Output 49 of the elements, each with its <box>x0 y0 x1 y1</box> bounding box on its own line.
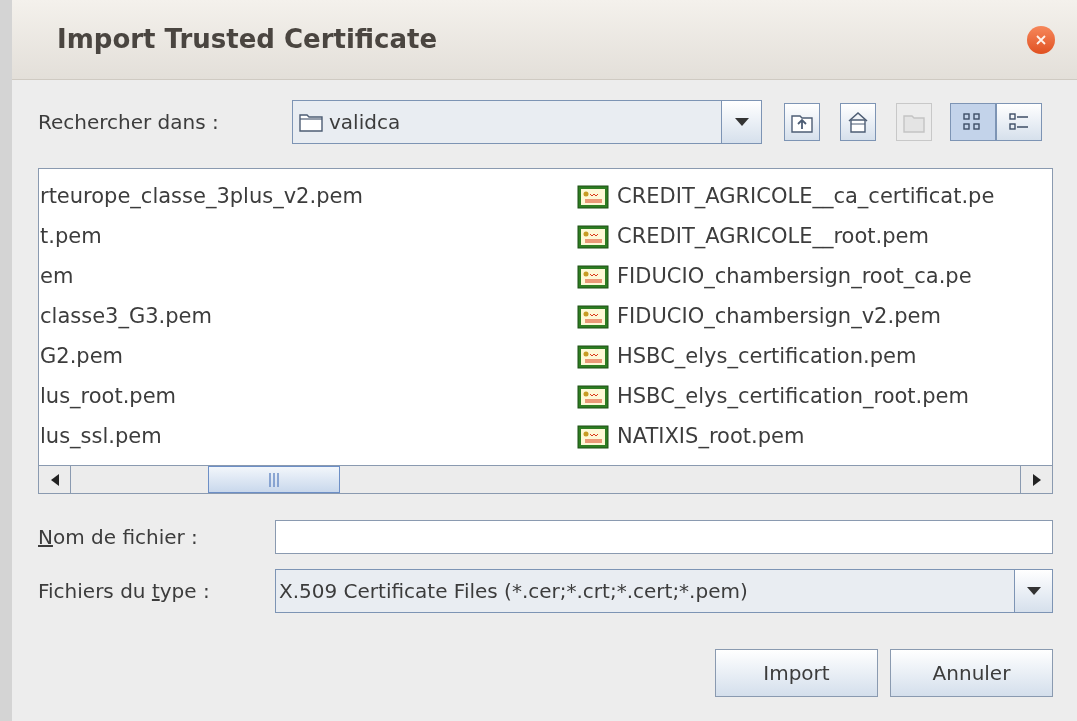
caret-icon <box>734 118 749 126</box>
view-toggle[interactable] <box>950 103 996 141</box>
dialog-button[interactable]: Import <box>715 649 878 697</box>
certificate-icon <box>577 305 609 329</box>
look-in-value: validca <box>329 109 401 136</box>
window-title: Import Trusted Certificate <box>57 23 438 56</box>
close-button[interactable] <box>1027 25 1055 54</box>
file-name-field[interactable] <box>275 520 1053 554</box>
file-name[interactable]: FIDUCIO_chambersign_v2.pem <box>617 301 941 333</box>
dialog-button[interactable]: Annuler <box>890 649 1053 697</box>
view-toggle[interactable] <box>996 103 1042 141</box>
file-name[interactable]: NATIXIS_root.pem <box>617 421 805 453</box>
file-name[interactable]: HSBC_elys_certification.pem <box>617 341 917 373</box>
file-type-dropdown[interactable]: X.509 Certificate Files (*.cer;*.crt;*.cert;*.pem) <box>275 569 1053 613</box>
left-arrow-icon <box>50 473 59 486</box>
folder-icon <box>299 112 323 132</box>
right-arrow-icon <box>1032 473 1041 486</box>
file-name[interactable]: FIDUCIO_chambersign_root_ca.pe <box>617 261 972 293</box>
certificate-icon <box>577 345 609 369</box>
file-name[interactable]: em <box>40 261 74 293</box>
scroll-thumb[interactable] <box>208 466 340 493</box>
file-name[interactable]: t.pem <box>40 221 102 253</box>
file-name-label: Nom de fichier : <box>38 524 199 551</box>
file-name[interactable]: lus_root.pem <box>40 381 177 413</box>
file-name[interactable]: CREDIT_AGRICOLE__ca_certificat.pe <box>617 181 995 213</box>
horizontal-scrollbar[interactable] <box>39 465 1052 493</box>
caret-icon <box>1026 587 1041 595</box>
toolbar-button[interactable] <box>784 103 820 141</box>
file-type-value: X.509 Certificate Files (*.cer;*.crt;*.cert;*.pem) <box>278 578 749 605</box>
close-icon <box>1036 34 1046 45</box>
certificate-icon <box>577 265 609 289</box>
certificate-icon <box>577 425 609 449</box>
look-in-dropdown[interactable]: validca <box>292 100 762 144</box>
certificate-icon <box>577 185 609 209</box>
grip-icon <box>269 472 279 487</box>
file-name[interactable]: HSBC_elys_certification_root.pem <box>617 381 969 413</box>
dropdown-arrow-button[interactable] <box>721 101 761 143</box>
file-name[interactable]: rteurope_classe_3plus_v2.pem <box>40 181 363 213</box>
certificate-icon <box>577 225 609 249</box>
file-name[interactable]: lus_ssl.pem <box>40 421 162 453</box>
certificate-icon <box>577 385 609 409</box>
look-in-label: Rechercher dans : <box>38 109 220 136</box>
file-name[interactable]: classe3_G3.pem <box>40 301 212 333</box>
file-type-label: Fichiers du type : <box>38 578 211 605</box>
file-name[interactable]: CREDIT_AGRICOLE__root.pem <box>617 221 929 253</box>
dropdown-arrow-button[interactable] <box>1014 570 1052 612</box>
home-icon <box>846 110 870 134</box>
toolbar-button[interactable] <box>840 103 876 141</box>
file-name[interactable]: G2.pem <box>40 341 123 373</box>
